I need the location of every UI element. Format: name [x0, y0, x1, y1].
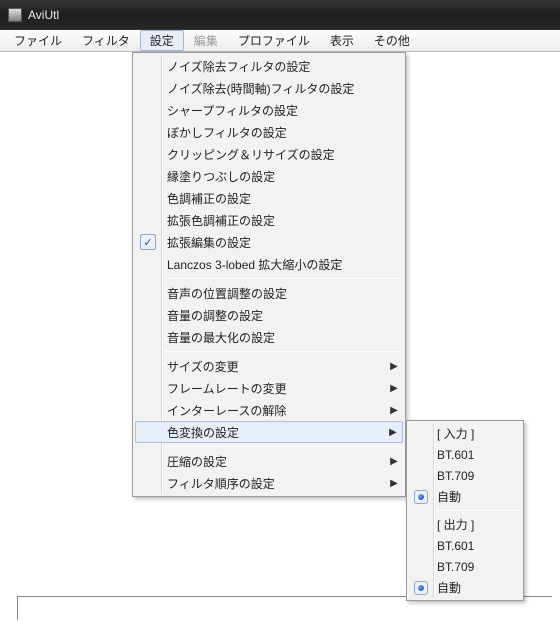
menuitem-framerate[interactable]: フレームレートの変更▶: [135, 377, 403, 399]
submenu-input-auto[interactable]: 自動: [409, 486, 521, 507]
submenu-arrow-icon: ▶: [385, 361, 403, 372]
submenu-output-header: [ 出力 ]: [409, 514, 521, 535]
menuitem-volume-max[interactable]: 音量の最大化の設定: [135, 326, 403, 348]
submenu-input-bt709[interactable]: BT.709: [409, 465, 521, 486]
submenu-output-bt601[interactable]: BT.601: [409, 535, 521, 556]
menuitem-ext-color-correction[interactable]: 拡張色調補正の設定: [135, 209, 403, 231]
submenu-input-bt601[interactable]: BT.601: [409, 444, 521, 465]
menuitem-clipping-resize[interactable]: クリッピング＆リサイズの設定: [135, 143, 403, 165]
menu-separator: [165, 278, 401, 279]
submenu-output-bt709[interactable]: BT.709: [409, 556, 521, 577]
menuitem-audio-position[interactable]: 音声の位置調整の設定: [135, 282, 403, 304]
menuitem-resize[interactable]: サイズの変更▶: [135, 355, 403, 377]
radio-icon: [414, 581, 428, 595]
menuitem-ext-edit[interactable]: ✓ 拡張編集の設定: [135, 231, 403, 253]
menuitem-blur-filter[interactable]: ぼかしフィルタの設定: [135, 121, 403, 143]
menu-profile[interactable]: プロファイル: [228, 30, 320, 51]
menu-separator: [165, 446, 401, 447]
submenu-input-header: [ 入力 ]: [409, 423, 521, 444]
submenu-arrow-icon: ▶: [384, 427, 402, 438]
menubar: ファイル フィルタ 設定 編集 プロファイル 表示 その他: [0, 30, 560, 52]
menuitem-edge-fill[interactable]: 縁塗りつぶしの設定: [135, 165, 403, 187]
menuitem-volume-adjust[interactable]: 音量の調整の設定: [135, 304, 403, 326]
menuitem-filter-order[interactable]: フィルタ順序の設定▶: [135, 472, 403, 494]
menu-edit: 編集: [184, 30, 228, 51]
menu-file[interactable]: ファイル: [4, 30, 72, 51]
settings-dropdown: ノイズ除去フィルタの設定 ノイズ除去(時間軸)フィルタの設定 シャープフィルタの…: [132, 52, 406, 497]
menuitem-lanczos[interactable]: Lanczos 3-lobed 拡大縮小の設定: [135, 253, 403, 275]
menuitem-compression[interactable]: 圧縮の設定▶: [135, 450, 403, 472]
radio-icon: [414, 490, 428, 504]
submenu-arrow-icon: ▶: [385, 478, 403, 489]
window-title: AviUtl: [28, 8, 59, 22]
check-icon: ✓: [140, 234, 156, 250]
menuitem-noise-filter[interactable]: ノイズ除去フィルタの設定: [135, 55, 403, 77]
submenu-arrow-icon: ▶: [385, 405, 403, 416]
menu-separator: [165, 351, 401, 352]
menu-settings[interactable]: 設定: [140, 30, 184, 51]
menu-separator: [436, 510, 519, 511]
app-icon: [8, 8, 22, 22]
menuitem-deinterlace[interactable]: インターレースの解除▶: [135, 399, 403, 421]
menu-filter[interactable]: フィルタ: [72, 30, 140, 51]
window-titlebar: AviUtl: [0, 0, 560, 30]
submenu-output-auto[interactable]: 自動: [409, 577, 521, 598]
menuitem-color-correction[interactable]: 色調補正の設定: [135, 187, 403, 209]
menuitem-sharp-filter[interactable]: シャープフィルタの設定: [135, 99, 403, 121]
menuitem-noise-time-filter[interactable]: ノイズ除去(時間軸)フィルタの設定: [135, 77, 403, 99]
menuitem-color-convert[interactable]: 色変換の設定▶: [135, 421, 403, 443]
submenu-arrow-icon: ▶: [385, 383, 403, 394]
menu-other[interactable]: その他: [364, 30, 420, 51]
color-convert-submenu: [ 入力 ] BT.601 BT.709 自動 [ 出力 ] BT.601 BT…: [406, 420, 524, 601]
submenu-arrow-icon: ▶: [385, 456, 403, 467]
menu-view[interactable]: 表示: [320, 30, 364, 51]
